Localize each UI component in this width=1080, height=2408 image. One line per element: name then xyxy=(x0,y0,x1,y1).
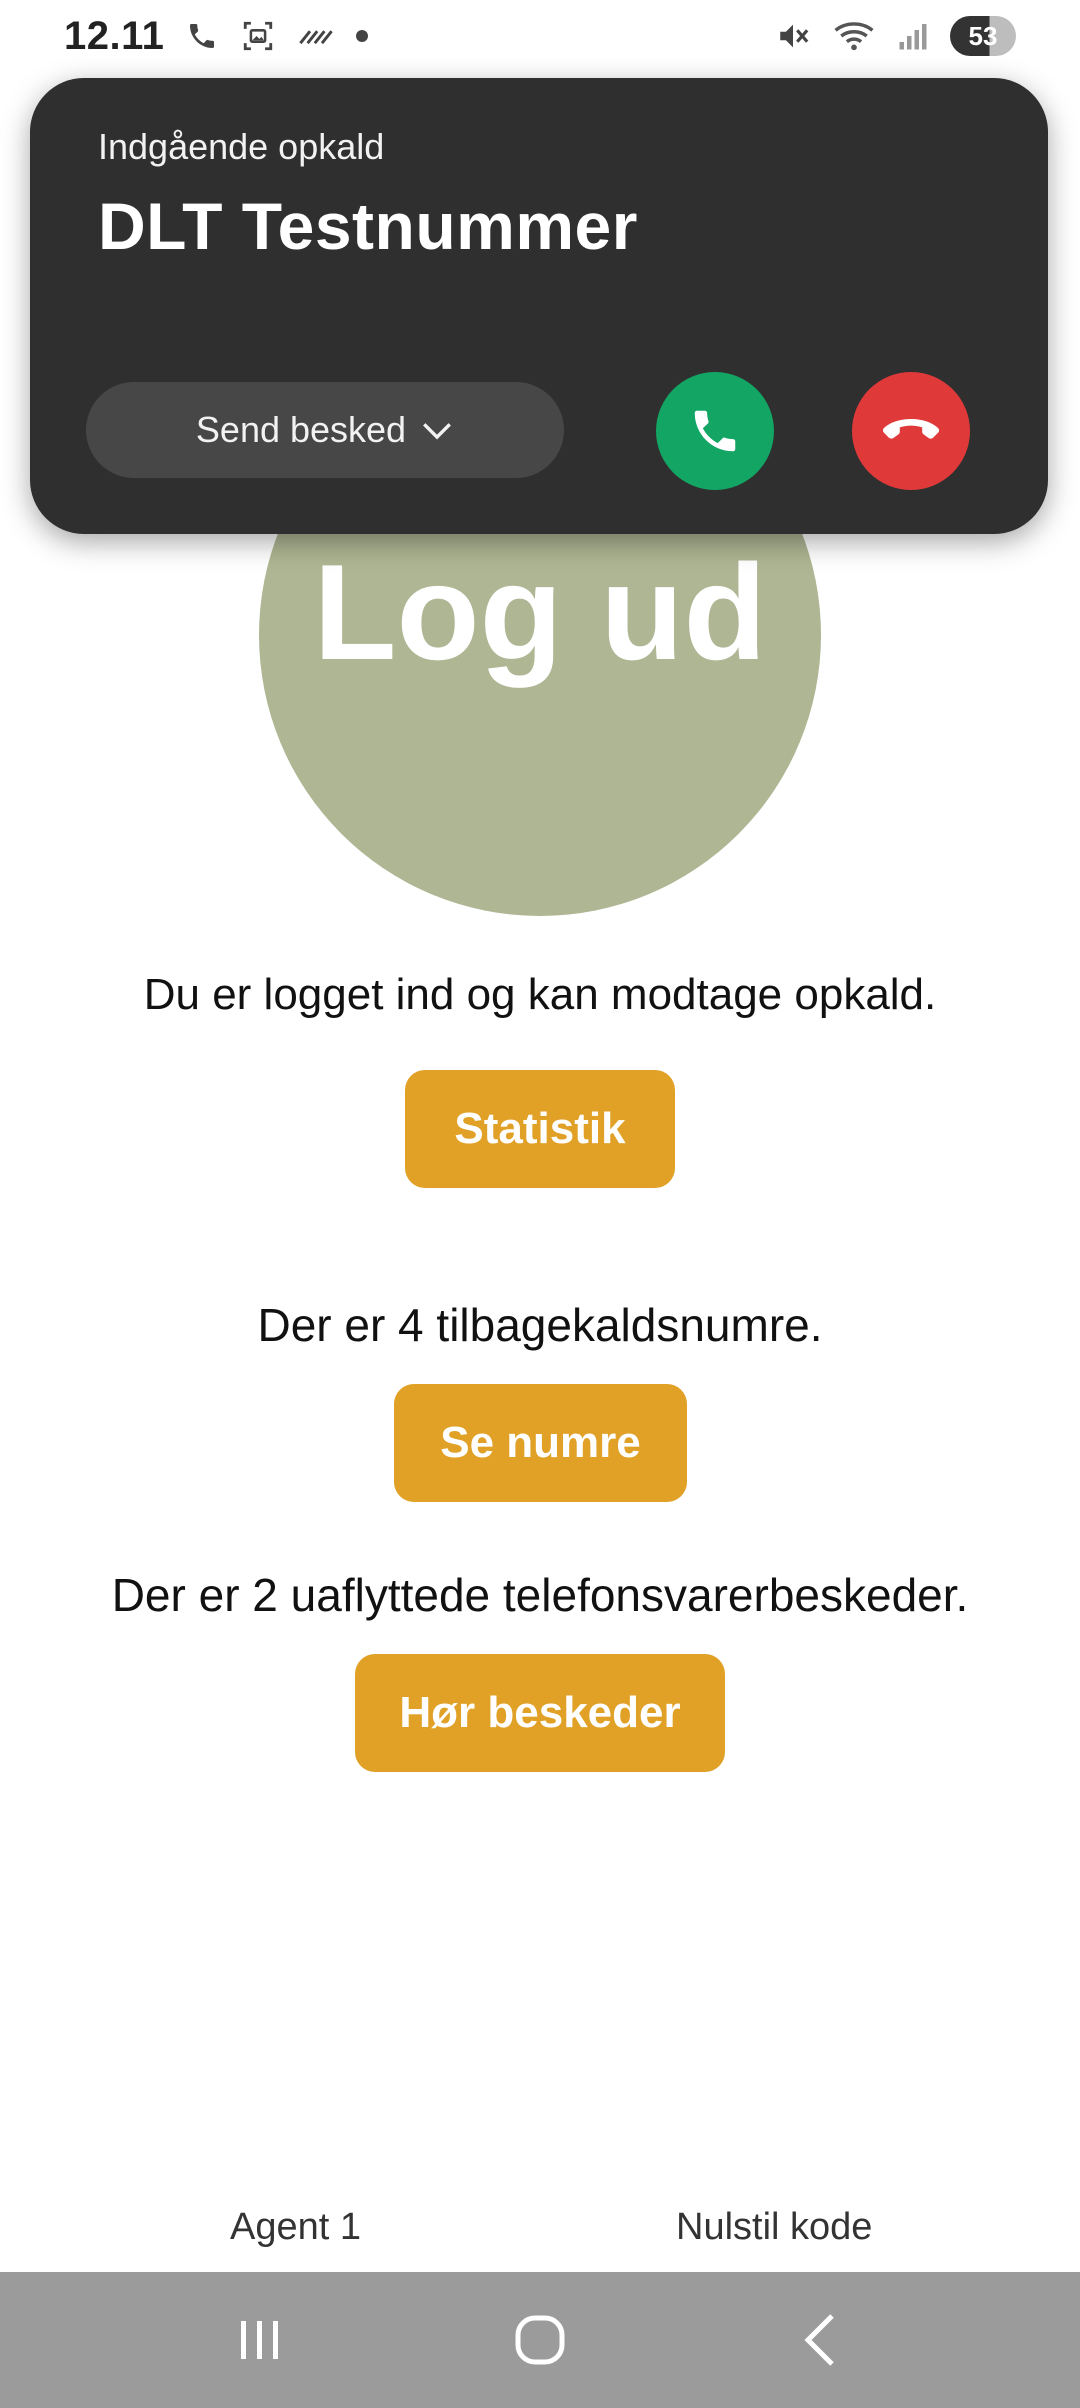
logout-label: Log ud xyxy=(313,536,767,688)
status-time: 12.11 xyxy=(64,13,165,58)
send-message-button[interactable]: Send besked xyxy=(86,382,564,478)
recent-apps-icon xyxy=(235,2317,285,2363)
agent-label[interactable]: Agent 1 xyxy=(230,2206,361,2249)
notification-dot-icon xyxy=(356,30,369,42)
mute-icon xyxy=(776,19,810,53)
send-message-label: Send besked xyxy=(195,409,407,450)
voicemail-count-text: Der er 2 uaflyttede telefonsvarerbeskede… xyxy=(111,1569,969,1621)
home-icon xyxy=(514,2314,566,2366)
callback-count-text: Der er 4 tilbagekaldsnumre. xyxy=(257,1299,823,1351)
back-icon xyxy=(800,2312,840,2368)
status-bar: 12.11 53 xyxy=(0,0,1080,72)
screenshot-icon xyxy=(240,19,276,53)
battery-icon: 53 xyxy=(950,16,1016,56)
listen-messages-button[interactable]: Hør beskeder xyxy=(355,1654,725,1772)
data-saver-icon xyxy=(298,23,334,49)
home-button[interactable] xyxy=(480,2290,600,2390)
signal-icon xyxy=(898,21,928,51)
screen: 12.11 53 Log ud Du er logget ind og kan … xyxy=(0,0,1080,2408)
decline-call-button[interactable] xyxy=(852,372,970,490)
recent-apps-button[interactable] xyxy=(200,2290,320,2390)
phone-call-icon xyxy=(186,20,218,52)
back-button[interactable] xyxy=(760,2290,880,2390)
chevron-down-icon xyxy=(420,418,454,442)
phone-icon xyxy=(688,404,742,458)
incoming-call-card: Indgående opkald DLT Testnummer Send bes… xyxy=(30,78,1048,534)
caller-name: DLT Testnummer xyxy=(98,189,638,263)
see-numbers-button[interactable]: Se numre xyxy=(394,1384,687,1502)
navigation-bar xyxy=(0,2272,1080,2408)
reset-code-link[interactable]: Nulstil kode xyxy=(676,2206,872,2249)
wifi-icon xyxy=(832,19,876,53)
status-right: 53 xyxy=(776,16,1016,56)
status-left: 12.11 xyxy=(64,13,369,59)
statistics-button[interactable]: Statistik xyxy=(405,1070,675,1188)
incoming-call-label: Indgående opkald xyxy=(98,126,385,167)
accept-call-button[interactable] xyxy=(656,372,774,490)
hang-up-icon xyxy=(881,413,941,449)
logged-in-status-text: Du er logget ind og kan modtage opkald. xyxy=(143,970,937,1019)
